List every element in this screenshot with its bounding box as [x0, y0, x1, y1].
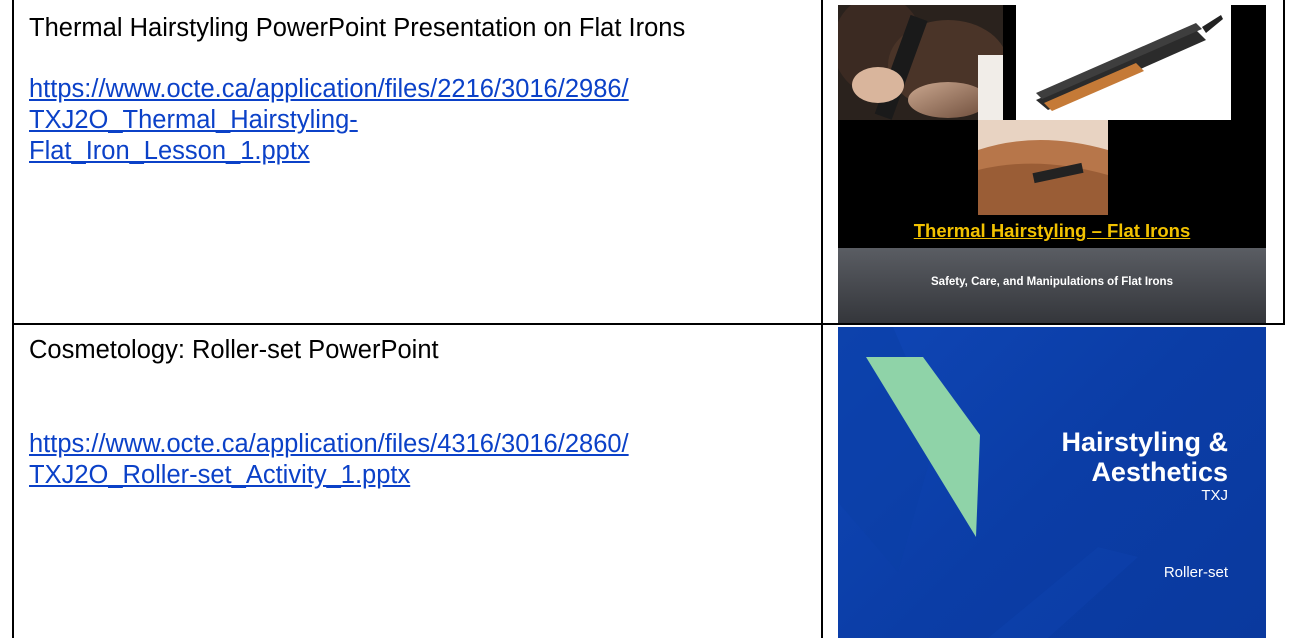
table-border-middle	[821, 0, 823, 638]
slide-heading-line-1: Hairstyling &	[1061, 427, 1228, 457]
link-line: TXJ2O_Thermal_Hairstyling-	[29, 106, 358, 134]
slide-heading-line-2: Aesthetics	[1091, 457, 1228, 487]
row-divider	[12, 323, 1285, 325]
hair-straightening-photo	[978, 120, 1108, 215]
resource-link[interactable]: https://www.octe.ca/application/files/22…	[29, 74, 799, 167]
resource-title: Thermal Hairstyling PowerPoint Presentat…	[29, 14, 686, 42]
link-line: https://www.octe.ca/application/files/22…	[29, 75, 629, 103]
table-border-left	[12, 0, 14, 638]
slide-heading-block: Hairstyling & Aesthetics TXJ	[1061, 427, 1228, 504]
hairstylist-photo	[838, 5, 1003, 120]
course-code: TXJ	[1201, 487, 1228, 504]
row-2-cell: Cosmetology: Roller-set PowerPoint https…	[29, 335, 799, 491]
flat-iron-photo	[1016, 5, 1231, 120]
link-line: https://www.octe.ca/application/files/43…	[29, 430, 629, 458]
table-border-right	[1283, 0, 1285, 324]
roller-set-slide-thumbnail: Hairstyling & Aesthetics TXJ Roller-set	[838, 327, 1266, 638]
resource-link[interactable]: https://www.octe.ca/application/files/43…	[29, 429, 799, 491]
slide-subtitle: Safety, Care, and Manipulations of Flat …	[931, 276, 1173, 288]
link-line: TXJ2O_Roller-set_Activity_1.pptx	[29, 461, 411, 489]
link-line: Flat_Iron_Lesson_1.pptx	[29, 137, 310, 165]
slide-title: Thermal Hairstyling – Flat Irons	[913, 220, 1191, 241]
slide-topic: Roller-set	[1163, 564, 1228, 581]
flat-iron-slide-thumbnail: Thermal Hairstyling – Flat Irons Safety,…	[838, 5, 1266, 323]
slide-subtitle-band: Safety, Care, and Manipulations of Flat …	[838, 248, 1266, 323]
resource-title: Cosmetology: Roller-set PowerPoint	[29, 336, 439, 364]
row-1-cell: Thermal Hairstyling PowerPoint Presentat…	[29, 13, 799, 167]
